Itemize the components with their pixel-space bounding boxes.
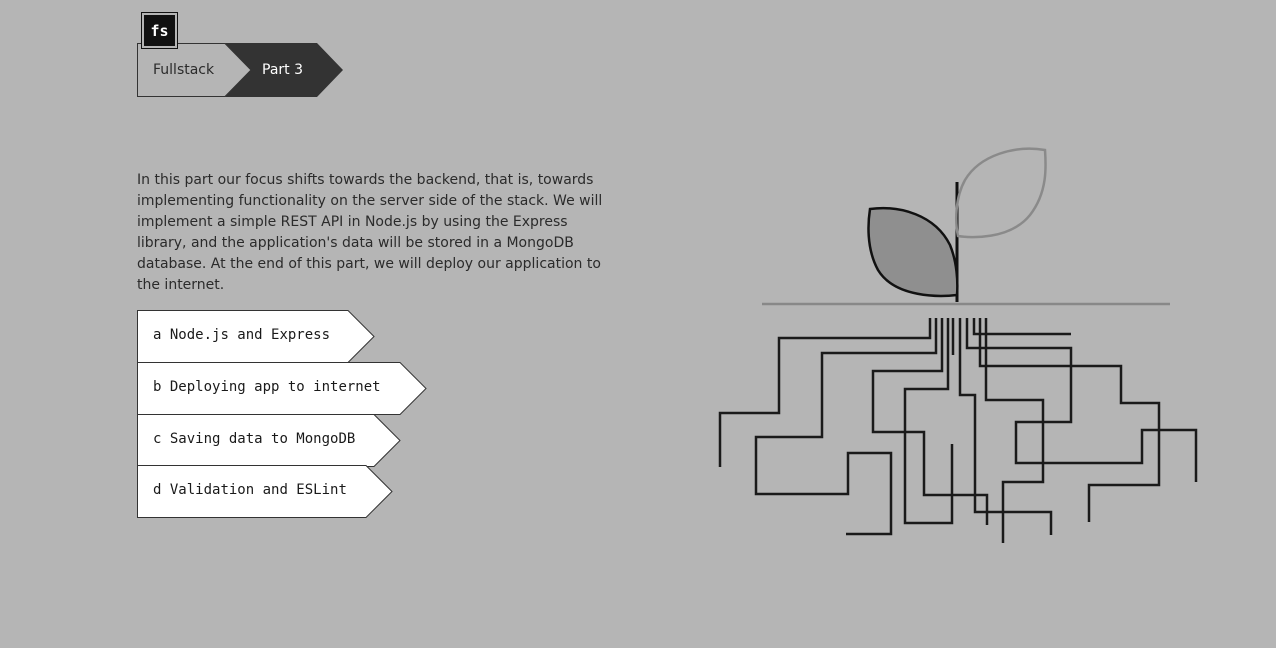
section-d-title: Validation and ESLint — [169, 482, 347, 498]
part-intro-text: In this part our focus shifts towards th… — [137, 172, 603, 293]
plant-circuit-illustration — [718, 147, 1198, 543]
section-b-link[interactable]: b Deploying app to internet — [137, 362, 429, 415]
section-b-title: Deploying app to internet — [169, 379, 381, 395]
part-sections-list: a Node.js and Express b Deploying app to… — [137, 310, 457, 530]
section-d-letter: d — [153, 482, 162, 498]
section-a-label: a Node.js and Express — [153, 327, 330, 343]
breadcrumb-part-3[interactable]: Part 3 — [262, 62, 303, 78]
section-c-label: c Saving data to MongoDB — [153, 431, 355, 447]
section-d-label: d Validation and ESLint — [153, 482, 347, 498]
section-c-letter: c — [153, 431, 162, 447]
section-a-title: Node.js and Express — [169, 327, 331, 343]
breadcrumb-fullstack[interactable]: Fullstack — [153, 62, 214, 78]
section-a-letter: a — [153, 327, 162, 343]
left-leaf — [867, 206, 959, 298]
circuit-roots — [718, 318, 1198, 543]
section-a-link[interactable]: a Node.js and Express — [137, 310, 377, 363]
section-c-title: Saving data to MongoDB — [169, 431, 356, 447]
section-b-label: b Deploying app to internet — [153, 379, 381, 395]
fs-logo[interactable]: fs — [141, 12, 178, 49]
section-d-link[interactable]: d Validation and ESLint — [137, 465, 395, 518]
section-b-letter: b — [153, 379, 162, 395]
right-leaf — [955, 147, 1047, 239]
section-c-link[interactable]: c Saving data to MongoDB — [137, 414, 403, 467]
breadcrumb: Fullstack Part 3 — [137, 43, 357, 99]
